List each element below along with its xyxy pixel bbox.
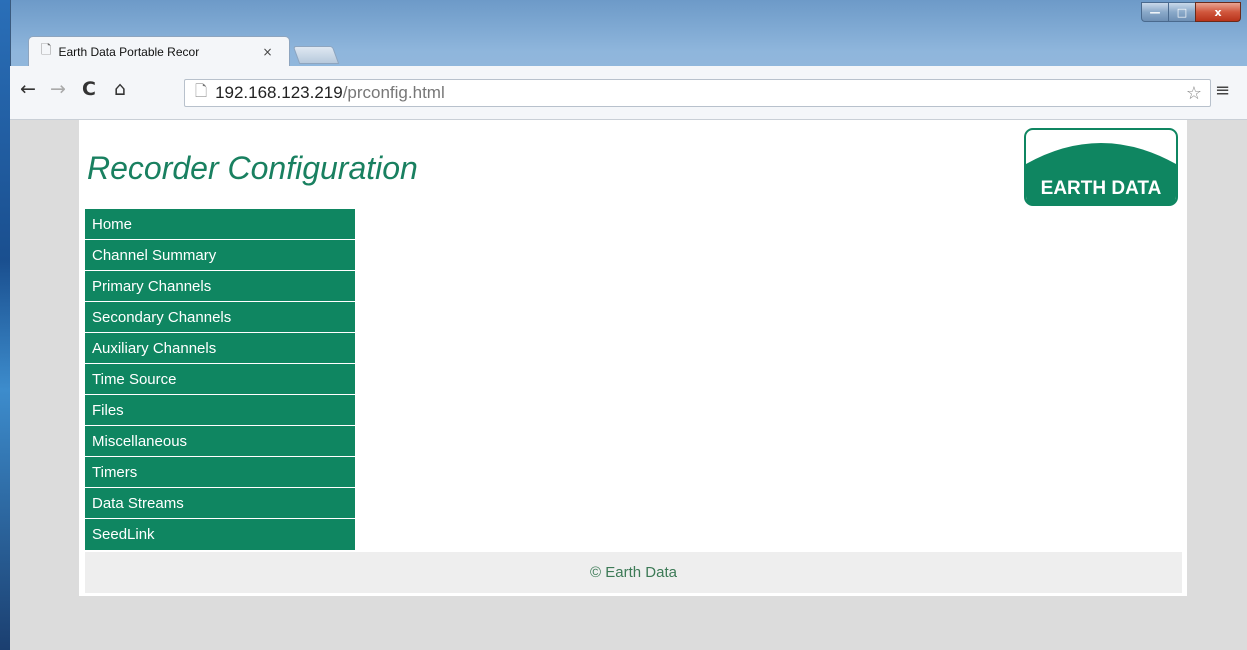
close-window-button[interactable]: x [1195,2,1241,22]
nav-item-secondary-channels[interactable]: Secondary Channels [85,302,355,333]
url-path: /prconfig.html [342,83,445,102]
back-arrow-icon[interactable]: ← [20,78,36,100]
nav-item-data-streams[interactable]: Data Streams [85,488,355,519]
nav-item-channel-summary[interactable]: Channel Summary [85,240,355,271]
maximize-button[interactable]: □ [1168,2,1196,22]
minimize-button[interactable]: — [1141,2,1169,22]
nav-item-auxiliary-channels[interactable]: Auxiliary Channels [85,333,355,364]
nav-item-miscellaneous[interactable]: Miscellaneous [85,426,355,457]
page-icon: 🗋 [195,81,208,100]
nav-item-files[interactable]: Files [85,395,355,426]
nav-item-timers[interactable]: Timers [85,457,355,488]
page-viewport: Recorder Configuration EARTH DATA Home C… [10,120,1247,650]
page-footer: © Earth Data [85,552,1182,593]
forward-arrow-icon[interactable]: → [50,78,66,100]
bookmark-star-icon[interactable]: ☆ [1186,83,1202,104]
nav-item-home[interactable]: Home [85,209,355,240]
page-content: Recorder Configuration EARTH DATA Home C… [79,120,1187,596]
browser-toolbar: ← → C ⌂ 🗋 192.168.123.219/prconfig.html … [10,66,1247,120]
nav-item-primary-channels[interactable]: Primary Channels [85,271,355,302]
new-tab-button[interactable] [292,46,340,64]
side-navigation: Home Channel Summary Primary Channels Se… [85,209,355,550]
reload-icon[interactable]: C [82,78,96,100]
page-title: Recorder Configuration [87,150,418,186]
menu-icon[interactable]: ≡ [1215,80,1230,101]
nav-item-seedlink[interactable]: SeedLink [85,519,355,550]
home-icon[interactable]: ⌂ [114,78,126,100]
logo-text: EARTH DATA [1041,178,1162,199]
page-icon: 🗋 [41,42,52,58]
window-controls: — □ x [1141,2,1241,24]
tab-close-icon[interactable]: × [262,45,272,59]
tab-title: Earth Data Portable Recor [58,44,200,59]
address-bar[interactable]: 🗋 192.168.123.219/prconfig.html ☆ [184,79,1211,107]
url-host: 192.168.123.219 [215,83,343,102]
browser-tab[interactable]: 🗋 Earth Data Portable Recor × [28,36,290,66]
nav-item-time-source[interactable]: Time Source [85,364,355,395]
earth-data-logo: EARTH DATA [1024,128,1178,206]
